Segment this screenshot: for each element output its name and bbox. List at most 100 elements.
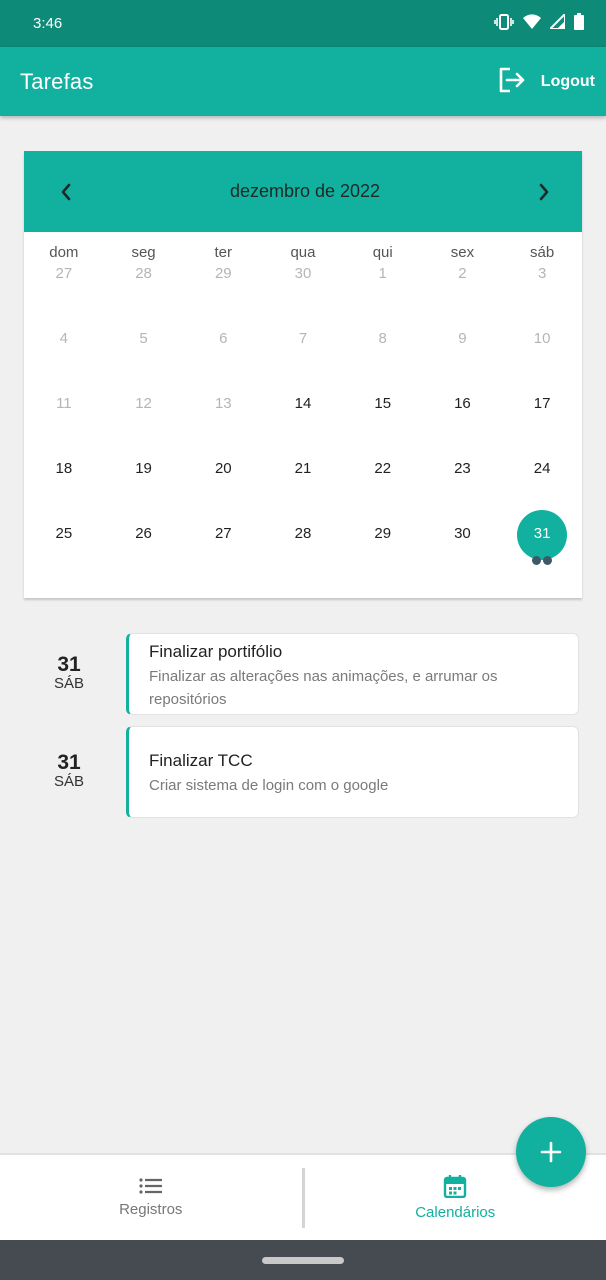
calendar-day[interactable]: 4: [24, 318, 104, 383]
logout-icon: [498, 67, 526, 97]
task-date: 31 SÁB: [40, 653, 98, 692]
event-dot: [532, 556, 542, 565]
calendar-day-number: 16: [454, 395, 471, 412]
task-date: 31 SÁB: [40, 751, 98, 790]
calendar-day[interactable]: 9: [423, 318, 503, 383]
calendar-day[interactable]: 22: [343, 448, 423, 513]
task-title: Finalizar TCC: [149, 751, 253, 770]
calendar-day[interactable]: 20: [183, 448, 263, 513]
calendar-day-number: 27: [55, 265, 73, 282]
calendar-day-number: 26: [135, 525, 152, 542]
app-bar: Tarefas Logout: [0, 47, 606, 116]
logout-button[interactable]: Logout: [498, 67, 595, 97]
calendar-day[interactable]: 16: [423, 383, 503, 448]
calendar-day[interactable]: 12: [104, 383, 184, 448]
chevron-right-icon: [539, 183, 549, 200]
calendar-day[interactable]: 27: [24, 253, 104, 318]
calendar-day[interactable]: 6: [183, 318, 263, 383]
calendar-day[interactable]: 13: [183, 383, 263, 448]
plus-icon: [540, 1141, 562, 1163]
status-icons: [494, 11, 584, 34]
nav-calendarios-label: Calendários: [415, 1204, 496, 1221]
list-icon: [139, 1178, 162, 1194]
calendar-day[interactable]: 3: [502, 253, 582, 318]
vibrate-icon: [494, 13, 514, 34]
calendar-day[interactable]: 7: [263, 318, 343, 383]
calendar-day-number: 1: [378, 265, 387, 282]
previous-month-button[interactable]: [54, 180, 78, 204]
task-title: Finalizar portifólio: [149, 642, 283, 661]
task-day-number: 31: [57, 751, 81, 774]
calendar-day-selected[interactable]: 31: [502, 510, 582, 578]
calendar-day-number: 29: [374, 525, 392, 542]
calendar-day[interactable]: 21: [263, 448, 343, 513]
calendar-day[interactable]: 23: [423, 448, 503, 513]
wifi-icon: [523, 14, 541, 33]
calendar-day-number: 19: [135, 460, 152, 477]
calendar-day[interactable]: 28: [263, 513, 343, 578]
nav-registros[interactable]: Registros: [0, 1155, 302, 1240]
task-card[interactable]: Finalizar portifólio Finalizar as altera…: [126, 633, 579, 715]
calendar-month-label: dezembro de 2022: [229, 181, 381, 201]
calendar-day-number: 24: [533, 460, 551, 477]
calendar-day[interactable]: 29: [183, 253, 263, 318]
calendar-day[interactable]: 25: [24, 513, 104, 578]
calendar-day[interactable]: 5: [104, 318, 184, 383]
task-description: Finalizar as alterações nas animações, e…: [149, 668, 498, 708]
system-navigation-bar: [0, 1240, 606, 1280]
calendar-day[interactable]: 18: [24, 448, 104, 513]
next-month-button[interactable]: [532, 180, 556, 204]
calendar-icon: [444, 1175, 467, 1198]
calendar-day-number: 28: [135, 265, 152, 282]
calendar-day-number: 30: [454, 525, 471, 542]
calendar-day-number: 12: [135, 395, 152, 412]
calendar-day[interactable]: 10: [502, 318, 582, 383]
task-weekday: SÁB: [53, 675, 84, 692]
calendar-day[interactable]: 15: [343, 383, 423, 448]
calendar-day-number: 21: [294, 460, 312, 477]
calendar-day[interactable]: 27: [183, 513, 263, 578]
calendar-day[interactable]: 30: [423, 513, 503, 578]
calendar-day[interactable]: 24: [502, 448, 582, 513]
calendar-days-grid: 27 28 29 30 1 2 3 4 5 6 7 8 9 10 11 12 13 14 15 16 17 18 19 20 2…: [24, 253, 582, 578]
calendar-day[interactable]: 19: [104, 448, 184, 513]
calendar-day-number: 31: [533, 525, 551, 542]
task-card[interactable]: Finalizar TCC Criar sistema de login com…: [126, 726, 579, 818]
task-description: Criar sistema de login com o google: [149, 777, 389, 794]
calendar-day[interactable]: 8: [343, 318, 423, 383]
calendar-day[interactable]: 28: [104, 253, 184, 318]
calendar-header: dezembro de 2022: [24, 151, 582, 232]
calendar-day[interactable]: 1: [343, 253, 423, 318]
calendar-day-number: 22: [374, 460, 392, 477]
calendar-day-number: 15: [374, 395, 392, 412]
calendar-day[interactable]: 26: [104, 513, 184, 578]
chevron-left-icon: [61, 183, 71, 200]
calendar: dezembro de 2022 dom seg ter qua qui sex…: [24, 151, 582, 598]
calendar-day-number: 29: [214, 265, 232, 282]
battery-icon: [574, 13, 584, 34]
status-bar: 3:46: [0, 0, 606, 47]
calendar-day-number: 20: [214, 460, 232, 477]
event-markers: [532, 556, 553, 565]
calendar-day-number: 30: [294, 265, 312, 282]
calendar-day[interactable]: 14: [263, 383, 343, 448]
task-day-number: 31: [57, 653, 81, 676]
home-gesture-handle[interactable]: [262, 1256, 344, 1264]
calendar-day[interactable]: 11: [24, 383, 104, 448]
status-time: 3:46: [33, 15, 63, 32]
event-dot: [543, 556, 553, 565]
calendar-day-number: 14: [294, 395, 312, 412]
calendar-day[interactable]: 17: [502, 383, 582, 448]
calendar-day[interactable]: 2: [423, 253, 503, 318]
calendar-day-number: 7: [298, 330, 308, 347]
app-title: Tarefas: [20, 68, 94, 94]
calendar-day-number: 10: [533, 330, 551, 347]
add-task-button[interactable]: [516, 1117, 586, 1187]
calendar-day-number: 9: [458, 330, 467, 347]
calendar-day-number: 8: [378, 330, 387, 347]
logout-label: Logout: [540, 72, 595, 90]
calendar-day[interactable]: 30: [263, 253, 343, 318]
calendar-day[interactable]: 29: [343, 513, 423, 578]
calendar-day-number: 28: [294, 525, 312, 542]
bottom-navigation: Registros Calendários: [0, 1153, 606, 1240]
